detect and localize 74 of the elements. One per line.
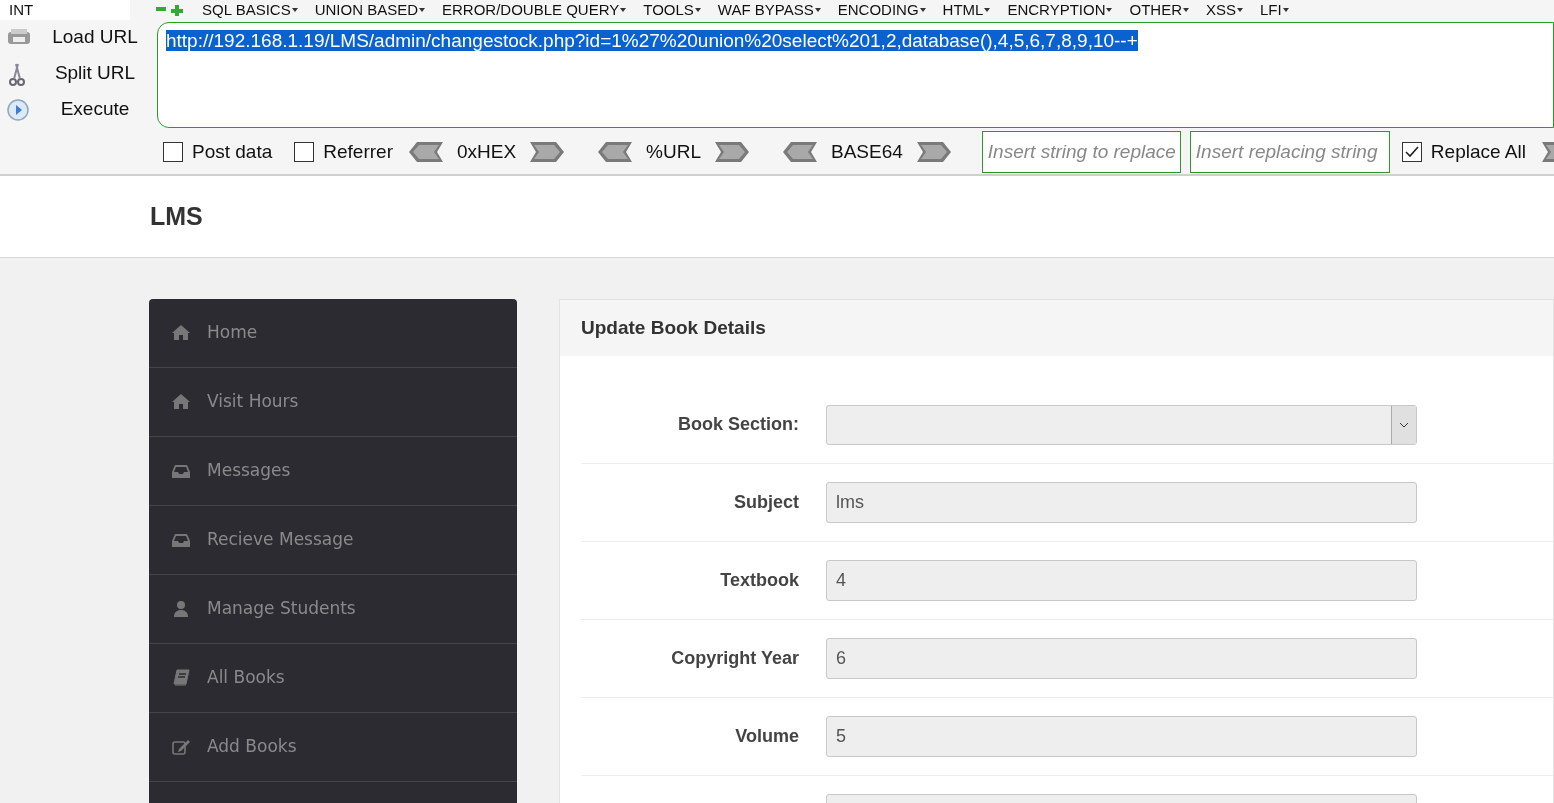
caret-icon: [291, 8, 298, 12]
menu-item[interactable]: ENCRYPTION: [1007, 2, 1113, 18]
menu-item[interactable]: ERROR/DOUBLE QUERY: [442, 2, 627, 18]
check-icon: [1404, 146, 1419, 158]
menu-item[interactable]: UNION BASED: [314, 2, 425, 18]
text-field[interactable]: lms: [826, 482, 1417, 523]
sidebar-item[interactable]: All Books: [149, 644, 517, 713]
edit-icon: [172, 738, 190, 756]
caret-icon: [814, 8, 821, 12]
sidebar-item[interactable]: Visit Hours: [149, 368, 517, 437]
panel-title: Update Book Details: [581, 315, 766, 340]
encoder-label: BASE64: [831, 139, 903, 164]
checkbox-label: Post data: [192, 139, 273, 164]
caret-icon: [694, 8, 701, 12]
book-icon: [172, 669, 190, 687]
caret-icon: [1282, 8, 1289, 12]
field-label: Subject: [734, 492, 799, 512]
action-button[interactable]: Load URL: [6, 22, 157, 53]
left-arrow-button[interactable]: [783, 142, 817, 162]
caret-icon: [620, 8, 627, 12]
menu-item[interactable]: XSS: [1206, 2, 1243, 18]
field-label: Textbook: [720, 570, 799, 590]
chevron-down-icon: [1399, 421, 1409, 428]
replace-field[interactable]: Insert replacing string: [1189, 131, 1390, 173]
find-field[interactable]: Insert string to replace: [981, 131, 1181, 173]
user-icon: [172, 600, 190, 618]
checkbox-label: Replace All: [1430, 139, 1526, 164]
sidebar-item[interactable]: Manage Students: [149, 575, 517, 644]
caret-icon: [919, 8, 926, 12]
home-icon: [172, 324, 190, 342]
right-arrow-button[interactable]: [916, 142, 951, 162]
field-label: Book Section:: [678, 414, 799, 434]
caret-icon: [1183, 8, 1189, 12]
encoder-label: 0xHEX: [456, 139, 517, 164]
menu-item[interactable]: WAF BYPASS: [717, 2, 821, 18]
mode-dropdown[interactable]: INT: [0, 0, 130, 20]
url-field[interactable]: http://192.168.1.19/LMS/admin/changestock.php?id=1%27%20union%20select%201,2,database(),4,5,6,7,8,9,10--+: [157, 22, 1554, 128]
checkbox[interactable]: [1401, 142, 1422, 162]
text-field[interactable]: 4: [826, 560, 1417, 601]
menu-item[interactable]: SQL BASICS: [202, 2, 298, 18]
caret-icon: [984, 8, 991, 12]
sidebar-item[interactable]: Messages: [149, 437, 517, 506]
right-arrow-button[interactable]: [530, 142, 565, 162]
left-arrow-button[interactable]: [408, 142, 443, 162]
sidebar-item[interactable]: Home: [149, 299, 517, 368]
caret-icon: [1106, 8, 1113, 12]
play-icon: [6, 97, 30, 122]
menu-item[interactable]: TOOLS: [643, 2, 701, 18]
field-label: Volume: [735, 726, 799, 746]
select-field[interactable]: [826, 404, 1417, 445]
home-icon: [172, 393, 190, 411]
right-arrow-button[interactable]: [715, 142, 749, 162]
checkbox-label: Referrer: [323, 139, 393, 164]
menu-item[interactable]: HTML: [942, 2, 991, 18]
caret-icon: [1237, 8, 1243, 12]
sidebar-item[interactable]: Recieve Message: [149, 506, 517, 575]
left-arrow-button[interactable]: [598, 142, 633, 162]
text-field[interactable]: 6: [826, 638, 1417, 679]
encoder-label: %URL: [646, 139, 701, 164]
menu-item[interactable]: OTHER: [1129, 2, 1189, 18]
field-label: Copyright Year: [671, 648, 799, 668]
action-button[interactable]: Split URL: [6, 58, 157, 89]
checkbox[interactable]: [294, 142, 315, 162]
checkbox[interactable]: [163, 142, 183, 162]
menu-item[interactable]: LFI: [1260, 2, 1289, 18]
inbox-icon: [172, 462, 190, 480]
action-button[interactable]: Execute: [6, 94, 157, 125]
caret-icon: [419, 8, 425, 12]
site-brand[interactable]: LMS: [150, 197, 203, 236]
menu-item[interactable]: ENCODING: [837, 2, 926, 18]
text-field[interactable]: 5: [826, 716, 1417, 757]
sidebar-item[interactable]: Add Books: [149, 713, 517, 782]
inbox-icon: [172, 531, 190, 549]
add-remove-icon: [155, 4, 185, 16]
